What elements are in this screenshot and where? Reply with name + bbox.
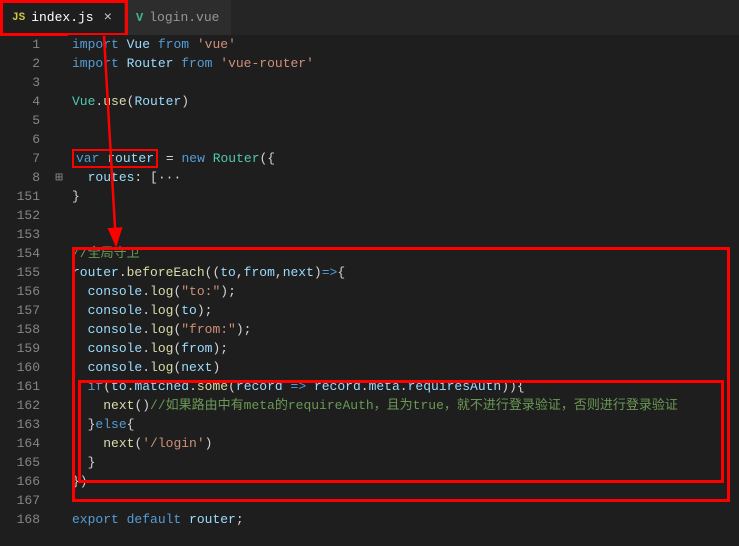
line-number: 6 [0,130,40,149]
line-number: 157 [0,301,40,320]
code-line[interactable]: export default router; [68,510,739,529]
fold-marker [50,225,68,244]
code-line[interactable]: console.log(from); [68,339,739,358]
fold-marker [50,453,68,472]
editor: 1234567815115215315415515615715815916016… [0,35,739,546]
code-line[interactable] [68,225,739,244]
line-number: 153 [0,225,40,244]
fold-marker [50,396,68,415]
code-line[interactable]: if(to.matched.some(record => record.meta… [68,377,739,396]
fold-marker [50,510,68,529]
code-line[interactable]: }else{ [68,415,739,434]
fold-marker [50,206,68,225]
fold-marker [50,244,68,263]
code-line[interactable]: next()//如果路由中有meta的requireAuth，且为true，就不… [68,396,739,415]
line-number: 166 [0,472,40,491]
fold-marker [50,187,68,206]
line-number: 158 [0,320,40,339]
code-area[interactable]: import Vue from 'vue'import Router from … [68,35,739,546]
tab-login-vue[interactable]: V login.vue [124,0,231,35]
line-number: 167 [0,491,40,510]
tab-bar: JS index.js × V login.vue [0,0,739,35]
fold-marker [50,377,68,396]
line-number: 155 [0,263,40,282]
line-number: 168 [0,510,40,529]
line-number: 8 [0,168,40,187]
line-number: 164 [0,434,40,453]
fold-gutter: ⊞ [50,35,68,546]
code-line[interactable] [68,73,739,92]
fold-marker[interactable]: ⊞ [50,168,68,187]
code-line[interactable]: var router = new Router({ [68,149,739,168]
line-number: 161 [0,377,40,396]
code-line[interactable] [68,491,739,510]
fold-marker [50,35,68,54]
vue-icon: V [136,11,143,25]
code-line[interactable]: console.log(to); [68,301,739,320]
line-number: 165 [0,453,40,472]
code-line[interactable]: Vue.use(Router) [68,92,739,111]
tab-label: index.js [31,10,93,25]
fold-marker [50,73,68,92]
fold-marker [50,263,68,282]
line-number: 5 [0,111,40,130]
tab-label: login.vue [149,10,219,25]
fold-marker [50,54,68,73]
line-number: 152 [0,206,40,225]
fold-marker [50,92,68,111]
line-number: 2 [0,54,40,73]
code-line[interactable]: }) [68,472,739,491]
line-number: 4 [0,92,40,111]
fold-marker [50,130,68,149]
code-line[interactable]: import Router from 'vue-router' [68,54,739,73]
code-line[interactable] [68,130,739,149]
line-number: 1 [0,35,40,54]
fold-marker [50,472,68,491]
code-line[interactable] [68,206,739,225]
fold-marker [50,358,68,377]
fold-marker [50,149,68,168]
line-number-gutter: 1234567815115215315415515615715815916016… [0,35,50,546]
line-number: 159 [0,339,40,358]
line-number: 3 [0,73,40,92]
js-icon: JS [12,12,25,24]
line-number: 162 [0,396,40,415]
fold-marker [50,415,68,434]
fold-marker [50,111,68,130]
line-number: 151 [0,187,40,206]
code-line[interactable] [68,111,739,130]
fold-marker [50,434,68,453]
code-line[interactable]: } [68,453,739,472]
code-line[interactable]: next('/login') [68,434,739,453]
code-line[interactable]: console.log("to:"); [68,282,739,301]
line-number: 160 [0,358,40,377]
code-line[interactable]: router.beforeEach((to,from,next)=>{ [68,263,739,282]
code-line[interactable]: console.log(next) [68,358,739,377]
line-number: 156 [0,282,40,301]
line-number: 7 [0,149,40,168]
fold-marker [50,491,68,510]
code-line[interactable]: import Vue from 'vue' [68,35,739,54]
fold-marker [50,320,68,339]
fold-marker [50,339,68,358]
fold-marker [50,282,68,301]
line-number: 154 [0,244,40,263]
code-line[interactable]: //全局守卫 [68,244,739,263]
fold-marker [50,301,68,320]
close-icon[interactable]: × [104,10,112,26]
line-number: 163 [0,415,40,434]
code-line[interactable]: } [68,187,739,206]
code-line[interactable]: console.log("from:"); [68,320,739,339]
code-line[interactable]: routes: [··· [68,168,739,187]
tab-index-js[interactable]: JS index.js × [0,0,124,35]
